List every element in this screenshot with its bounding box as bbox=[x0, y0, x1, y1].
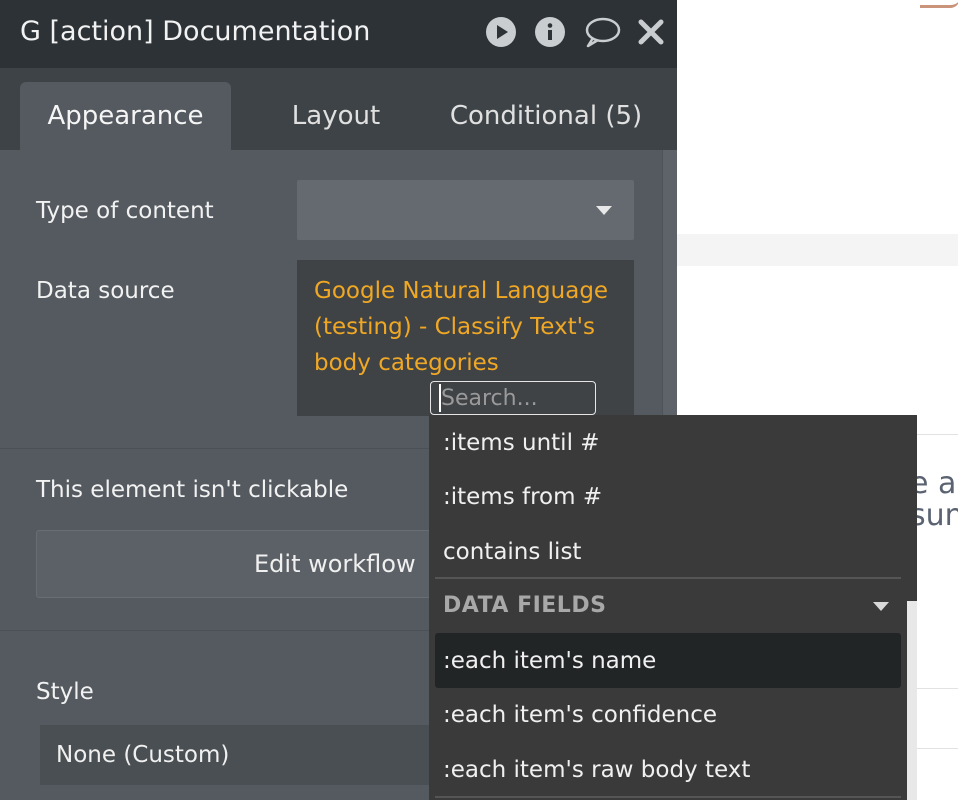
background-divider bbox=[917, 688, 958, 689]
data-source-label: Data source bbox=[36, 278, 175, 304]
suggestion-each-item-name[interactable]: :each item's name bbox=[435, 633, 901, 688]
tab-layout[interactable]: Layout bbox=[262, 82, 410, 150]
play-icon[interactable] bbox=[485, 16, 517, 48]
expression-suggestions-dropdown: :items until # :items from # contains li… bbox=[429, 415, 917, 800]
background-decoration bbox=[920, 0, 958, 8]
tab-conditional[interactable]: Conditional (5) bbox=[446, 82, 646, 150]
background-strip bbox=[677, 234, 958, 266]
style-dropdown[interactable]: None (Custom) bbox=[40, 725, 460, 785]
suggestion-items-until[interactable]: :items until # bbox=[429, 415, 901, 470]
chevron-down-icon bbox=[596, 206, 612, 215]
panel-titlebar: G [action] Documentation bbox=[0, 0, 677, 68]
suggestion-each-item-raw-body-text[interactable]: :each item's raw body text bbox=[429, 742, 901, 797]
background-text: sun bbox=[910, 498, 958, 533]
expression-search-input[interactable] bbox=[430, 381, 596, 415]
tab-appearance[interactable]: Appearance bbox=[20, 82, 231, 150]
style-label: Style bbox=[36, 679, 94, 705]
clickable-status-label: This element isn't clickable bbox=[36, 477, 349, 503]
suggestion-items-from[interactable]: :items from # bbox=[429, 469, 901, 524]
data-source-value: Google Natural Language (testing) - Clas… bbox=[314, 278, 609, 376]
panel-title: G [action] Documentation bbox=[20, 16, 371, 47]
info-icon[interactable] bbox=[534, 16, 566, 48]
data-fields-section-header[interactable]: DATA FIELDS bbox=[429, 578, 901, 633]
close-icon[interactable] bbox=[635, 16, 667, 48]
dropdown-scrollbar[interactable] bbox=[907, 601, 917, 800]
data-fields-section-label: DATA FIELDS bbox=[443, 593, 607, 618]
type-of-content-dropdown[interactable] bbox=[297, 180, 634, 240]
suggestion-each-item-confidence[interactable]: :each item's confidence bbox=[429, 687, 901, 742]
type-of-content-label: Type of content bbox=[36, 198, 214, 224]
background-divider bbox=[917, 748, 958, 749]
background-divider bbox=[917, 434, 958, 435]
suggestion-contains-list[interactable]: contains list bbox=[429, 524, 901, 579]
text-cursor bbox=[439, 384, 441, 412]
dropdown-divider bbox=[435, 796, 901, 798]
chevron-down-icon bbox=[873, 602, 889, 611]
edit-workflow-button[interactable]: Edit workflow bbox=[36, 530, 456, 598]
comment-icon[interactable] bbox=[583, 16, 621, 48]
tab-bar: Appearance Layout Conditional (5) bbox=[0, 68, 677, 150]
